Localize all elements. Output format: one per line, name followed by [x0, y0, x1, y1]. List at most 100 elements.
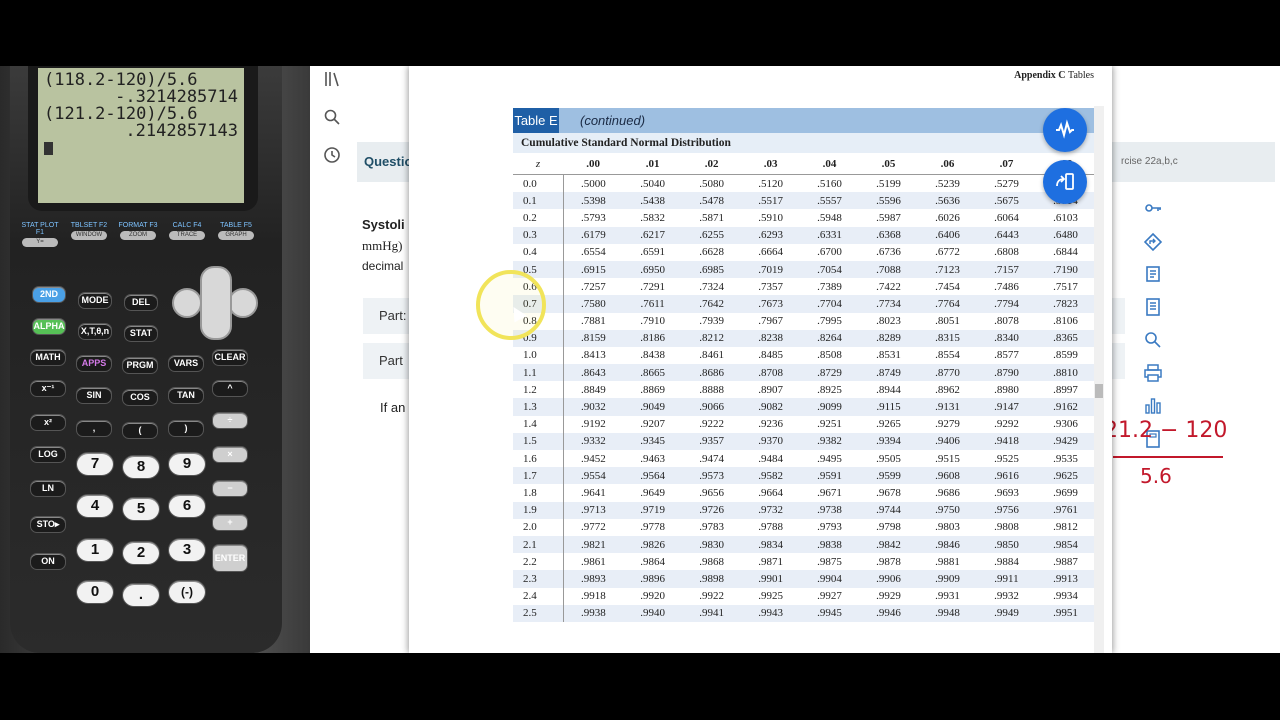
fkey[interactable]: TABLE F5 GRAPH	[216, 222, 256, 240]
square-key[interactable]: x²	[30, 414, 66, 431]
store-key[interactable]: STO▸	[30, 516, 66, 533]
fkey-button[interactable]: TRACE	[169, 231, 205, 240]
screen-cursor	[44, 142, 53, 155]
enter-key[interactable]: ENTER	[212, 544, 248, 572]
alpha-key[interactable]: ALPHA	[32, 318, 66, 335]
probability-cell: .9515	[935, 452, 960, 465]
digit-4-key[interactable]: 4	[76, 494, 114, 518]
audio-wave-icon[interactable]	[1043, 108, 1087, 152]
digit-7-key[interactable]: 7	[76, 452, 114, 476]
del-key[interactable]: DEL	[124, 294, 158, 311]
direction-icon[interactable]	[1142, 232, 1164, 254]
xt-key[interactable]: X,T,θ,n	[78, 323, 112, 340]
probability-cell: .8729	[800, 364, 860, 382]
negative-key[interactable]: (-)	[168, 580, 206, 604]
fkey[interactable]: CALC F4 TRACE	[167, 222, 207, 240]
left-arrow-button[interactable]	[172, 288, 202, 318]
notes-icon[interactable]	[1142, 264, 1164, 286]
print-icon[interactable]	[1142, 363, 1164, 385]
probability-cell: .5517	[741, 192, 801, 210]
z-value-cell: 1.7	[513, 467, 564, 485]
body-text: decimal	[362, 259, 404, 273]
probability-cell: .9713	[563, 501, 624, 519]
add-key[interactable]: +	[212, 514, 248, 531]
on-key[interactable]: ON	[30, 553, 66, 570]
probability-cell: .5120	[758, 177, 783, 190]
tan-key[interactable]: TAN	[168, 387, 204, 404]
share-icon[interactable]	[1043, 160, 1087, 204]
probability-cell: .5596	[859, 192, 918, 210]
probability-cell: .9463	[640, 452, 666, 465]
probability-cell: .7823	[1035, 295, 1095, 313]
power-key[interactable]: ^	[212, 380, 248, 397]
probability-cell: .6736	[876, 246, 901, 259]
log-key[interactable]: LOG	[30, 446, 66, 463]
divide-key[interactable]: ÷	[212, 412, 248, 429]
fkey[interactable]: TBLSET F2 WINDOW	[69, 222, 109, 240]
fkey[interactable]: STAT PLOT F1 Y=	[20, 222, 60, 247]
stat-key[interactable]: STAT	[124, 325, 158, 342]
probability-cell: .9207	[640, 418, 666, 431]
probability-cell: .5478	[682, 192, 742, 210]
probability-cell: .9525	[994, 452, 1019, 465]
probability-cell: .5160	[817, 177, 842, 190]
digit-6-key[interactable]: 6	[168, 494, 206, 518]
bar-chart-icon[interactable]	[1142, 396, 1164, 418]
probability-cell: .9925	[758, 590, 783, 603]
probability-cell: .9394	[859, 432, 918, 450]
digit-8-key[interactable]: 8	[122, 455, 160, 479]
table-row: 2.1.9821.9826.9830.9834.9838.9842.9846.9…	[513, 535, 1095, 554]
sin-key[interactable]: SIN	[76, 387, 112, 404]
library-icon[interactable]	[323, 70, 341, 88]
fkey[interactable]: FORMAT F3 ZOOM	[118, 222, 158, 240]
digit-2-key[interactable]: 2	[122, 541, 160, 565]
math-key[interactable]: MATH	[30, 349, 66, 366]
clock-icon[interactable]	[323, 146, 341, 164]
left-paren-key[interactable]: (	[122, 422, 158, 439]
fkey-label: CALC F4	[172, 222, 202, 229]
apps-key[interactable]: APPS	[76, 355, 112, 372]
digit-9-key[interactable]: 9	[168, 452, 206, 476]
probability-cell: .9345	[623, 432, 683, 450]
probability-cell: .9495	[817, 452, 842, 465]
table-row: 1.4 .9192 .9207 .9222 .9236 .9251 .9265 .9279 .9…	[513, 415, 1095, 433]
comma-key[interactable]: ,	[76, 420, 112, 437]
fkey-button[interactable]: Y=	[22, 238, 58, 247]
inverse-key[interactable]: x⁻¹	[30, 380, 66, 397]
clear-key[interactable]: CLEAR	[212, 349, 248, 366]
digit-1-key[interactable]: 1	[76, 538, 114, 562]
scrollbar[interactable]	[1094, 106, 1104, 653]
probability-cell: .9625	[1035, 467, 1095, 485]
fkey-button[interactable]: WINDOW	[71, 231, 107, 240]
up-down-arrow-button[interactable]	[200, 266, 232, 340]
probability-cell: .9131	[918, 398, 977, 416]
table-viewer-panel: Appendix C Tables Table E (continued) Cu…	[409, 66, 1112, 653]
book-icon[interactable]	[1142, 297, 1164, 319]
digit-0-key[interactable]: 0	[76, 580, 114, 604]
probability-cell: .7967	[758, 315, 783, 328]
mode-key[interactable]: MODE	[78, 292, 112, 309]
ln-key[interactable]: LN	[30, 480, 66, 497]
fkey-button[interactable]: GRAPH	[218, 231, 254, 240]
probability-cell: .9909	[918, 570, 977, 588]
cos-key[interactable]: COS	[122, 389, 158, 406]
probability-cell: .9664	[758, 486, 783, 499]
right-arrow-button[interactable]	[228, 288, 258, 318]
subtract-key[interactable]: −	[212, 480, 248, 497]
prgm-key[interactable]: PRGM	[122, 357, 158, 374]
scrollbar-thumb[interactable]	[1095, 384, 1103, 398]
probability-cell: .7454	[935, 280, 960, 293]
second-key[interactable]: 2ND	[32, 286, 66, 303]
decimal-key[interactable]: .	[122, 583, 160, 607]
digit-5-key[interactable]: 5	[122, 497, 160, 521]
vars-key[interactable]: VARS	[168, 355, 204, 372]
right-paren-key[interactable]: )	[168, 420, 204, 437]
key-icon[interactable]	[1142, 198, 1164, 220]
probability-cell: .8340	[976, 329, 1036, 347]
multiply-key[interactable]: ×	[212, 446, 248, 463]
arrow-pad[interactable]	[170, 266, 260, 346]
fkey-button[interactable]: ZOOM	[120, 231, 156, 240]
search-icon[interactable]	[323, 108, 341, 126]
help-search-icon[interactable]	[1142, 330, 1164, 352]
digit-3-key[interactable]: 3	[168, 538, 206, 562]
